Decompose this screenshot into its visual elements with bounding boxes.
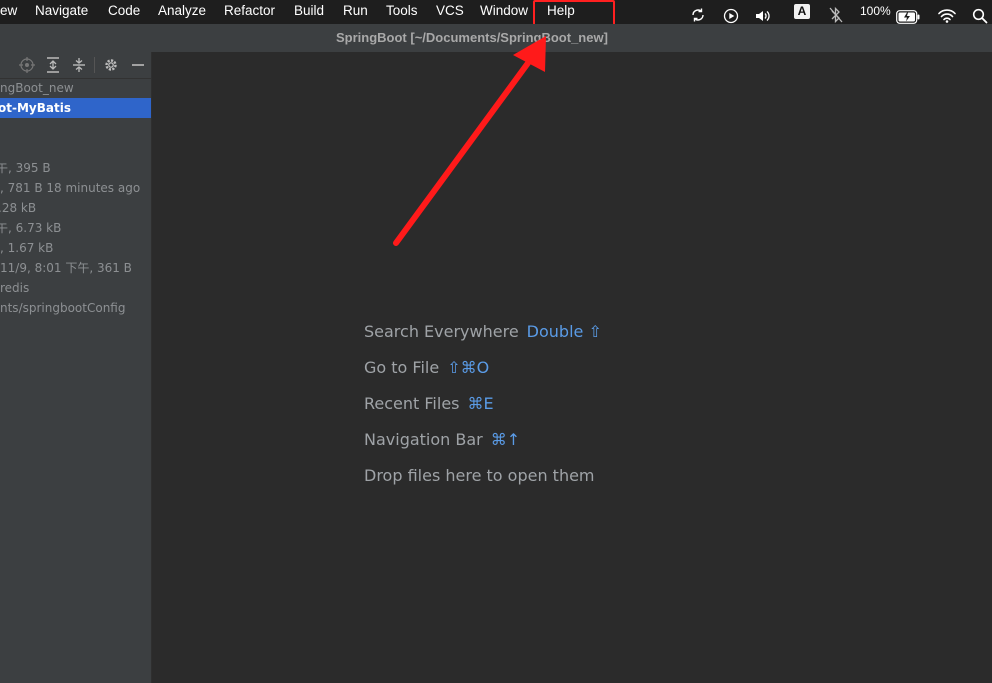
window-title-bar: SpringBoot [~/Documents/SpringBoot_new] xyxy=(0,24,992,52)
hint-shortcut: ⌘E xyxy=(467,394,494,413)
tree-item-selected-module[interactable]: ot-MyBatis xyxy=(0,98,151,118)
gear-icon[interactable] xyxy=(102,56,120,74)
battery-percent: 100% xyxy=(860,4,891,18)
hint-go-to-file: Go to File ⇧⌘O xyxy=(364,358,489,377)
menu-build[interactable]: Build xyxy=(294,3,324,18)
hint-search-everywhere: Search Everywhere Double ⇧ xyxy=(364,322,602,341)
hint-label: Recent Files xyxy=(364,394,460,413)
tree-item-file[interactable]: .28 kB xyxy=(0,198,151,218)
menu-navigate[interactable]: Navigate xyxy=(35,3,88,18)
menu-code[interactable]: Code xyxy=(108,3,140,18)
input-source-icon[interactable]: A xyxy=(794,4,810,19)
hint-label: Go to File xyxy=(364,358,440,377)
menu-window[interactable]: Window xyxy=(480,3,528,18)
locate-target-icon[interactable] xyxy=(18,56,36,74)
collapse-all-icon[interactable] xyxy=(70,56,88,74)
hint-label: Search Everywhere xyxy=(364,322,519,341)
window-title: SpringBoot [~/Documents/SpringBoot_new] xyxy=(336,30,608,45)
hint-shortcut: Double ⇧ xyxy=(526,322,602,341)
hint-label: Drop files here to open them xyxy=(364,466,595,485)
menu-view[interactable]: ew xyxy=(0,3,17,18)
hint-label: Navigation Bar xyxy=(364,430,483,449)
hint-shortcut: ⌘↑ xyxy=(490,430,521,449)
project-tool-window: ngBoot_new ot-MyBatis 午, 395 B , 781 B 1… xyxy=(0,52,152,683)
tree-item-file[interactable]: , 781 B 18 minutes ago xyxy=(0,178,151,198)
hint-shortcut: ⇧⌘O xyxy=(447,358,490,377)
menu-run[interactable]: Run xyxy=(343,3,368,18)
tree-item-folder[interactable]: redis xyxy=(0,278,151,298)
menu-analyze[interactable]: Analyze xyxy=(158,3,206,18)
tree-item-file[interactable]: 11/9, 8:01 下午, 361 B xyxy=(0,258,151,278)
tree-item-folder[interactable]: nts/springbootConfig xyxy=(0,298,151,318)
hint-recent-files: Recent Files ⌘E xyxy=(364,394,494,413)
minimize-panel-icon[interactable] xyxy=(129,56,147,74)
toolbar-divider xyxy=(94,57,95,73)
menu-refactor[interactable]: Refactor xyxy=(224,3,275,18)
tree-item-file[interactable]: , 1.67 kB xyxy=(0,238,151,258)
hint-drop-files: Drop files here to open them xyxy=(364,466,595,485)
menu-tools[interactable]: Tools xyxy=(386,3,418,18)
hint-navigation-bar: Navigation Bar ⌘↑ xyxy=(364,430,520,449)
help-highlight-box xyxy=(533,0,615,27)
tree-item-project-root[interactable]: ngBoot_new xyxy=(0,78,151,98)
menu-vcs[interactable]: VCS xyxy=(436,3,464,18)
macos-menu-bar: ew Navigate Code Analyze Refactor Build … xyxy=(0,0,992,27)
expand-all-icon[interactable] xyxy=(44,56,62,74)
editor-empty-area[interactable]: Search Everywhere Double ⇧ Go to File ⇧⌘O … xyxy=(152,52,992,683)
project-toolbar xyxy=(0,52,151,79)
tree-item-file[interactable]: 午, 395 B xyxy=(0,158,151,178)
tree-item-file[interactable]: 午, 6.73 kB xyxy=(0,218,151,238)
